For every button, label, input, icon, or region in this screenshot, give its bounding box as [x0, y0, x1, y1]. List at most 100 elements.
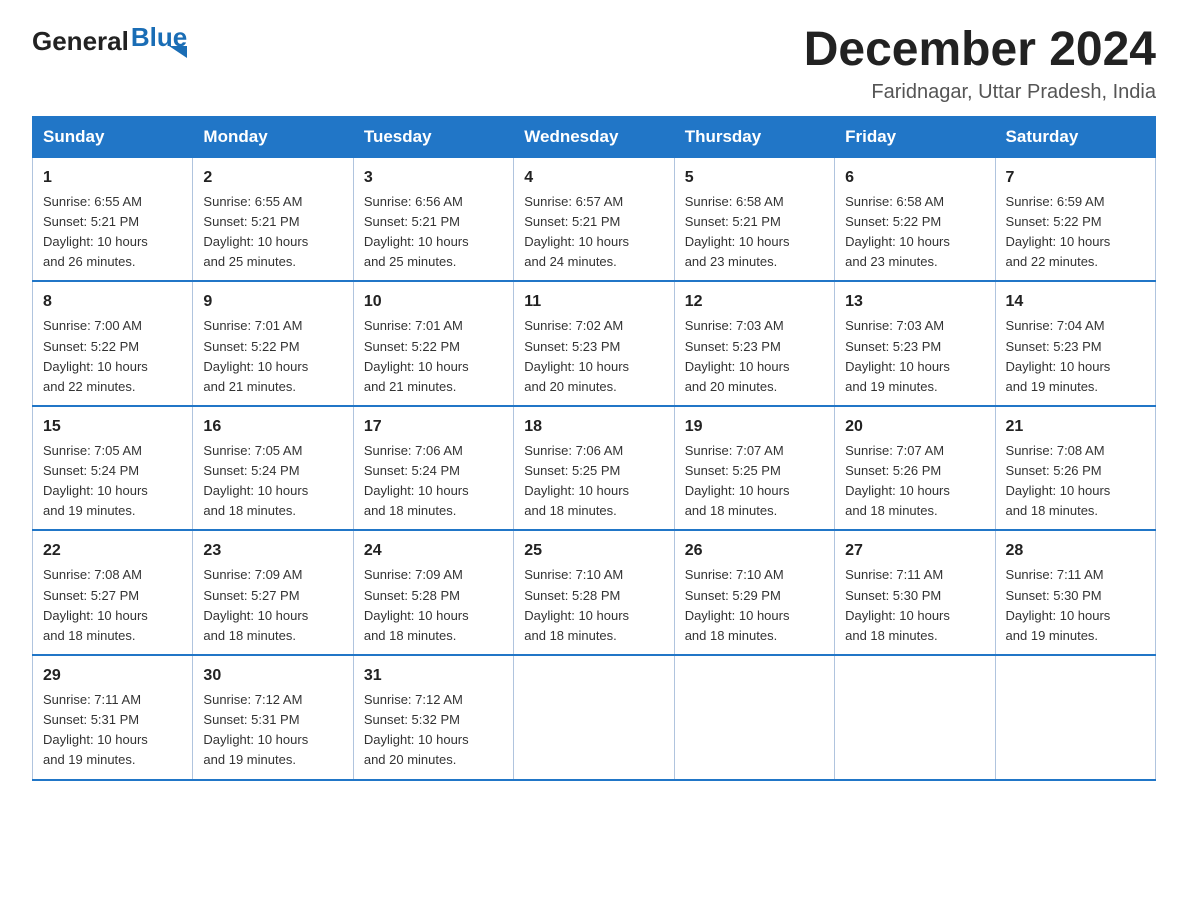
day-info: Sunrise: 7:01 AMSunset: 5:22 PMDaylight:… — [203, 318, 308, 393]
day-number: 6 — [845, 166, 984, 190]
calendar-cell: 11 Sunrise: 7:02 AMSunset: 5:23 PMDaylig… — [514, 281, 674, 406]
day-number: 13 — [845, 290, 984, 314]
day-number: 29 — [43, 664, 182, 688]
day-number: 8 — [43, 290, 182, 314]
day-info: Sunrise: 7:10 AMSunset: 5:29 PMDaylight:… — [685, 567, 790, 642]
day-info: Sunrise: 6:58 AMSunset: 5:21 PMDaylight:… — [685, 194, 790, 269]
logo-triangle-icon — [169, 46, 187, 58]
calendar-cell: 18 Sunrise: 7:06 AMSunset: 5:25 PMDaylig… — [514, 406, 674, 531]
calendar-cell: 3 Sunrise: 6:56 AMSunset: 5:21 PMDayligh… — [353, 157, 513, 281]
calendar-week-row: 8 Sunrise: 7:00 AMSunset: 5:22 PMDayligh… — [33, 281, 1156, 406]
calendar-cell: 5 Sunrise: 6:58 AMSunset: 5:21 PMDayligh… — [674, 157, 834, 281]
day-number: 28 — [1006, 539, 1145, 563]
calendar-cell: 13 Sunrise: 7:03 AMSunset: 5:23 PMDaylig… — [835, 281, 995, 406]
day-number: 26 — [685, 539, 824, 563]
day-info: Sunrise: 6:58 AMSunset: 5:22 PMDaylight:… — [845, 194, 950, 269]
day-info: Sunrise: 7:06 AMSunset: 5:25 PMDaylight:… — [524, 443, 629, 518]
day-info: Sunrise: 7:01 AMSunset: 5:22 PMDaylight:… — [364, 318, 469, 393]
day-number: 19 — [685, 415, 824, 439]
day-info: Sunrise: 7:12 AMSunset: 5:31 PMDaylight:… — [203, 692, 308, 767]
page-header: General Blue December 2024 Faridnagar, U… — [32, 24, 1156, 104]
day-info: Sunrise: 7:02 AMSunset: 5:23 PMDaylight:… — [524, 318, 629, 393]
day-info: Sunrise: 6:55 AMSunset: 5:21 PMDaylight:… — [43, 194, 148, 269]
calendar-cell: 7 Sunrise: 6:59 AMSunset: 5:22 PMDayligh… — [995, 157, 1155, 281]
day-number: 11 — [524, 290, 663, 314]
weekday-header-tuesday: Tuesday — [353, 116, 513, 157]
day-number: 20 — [845, 415, 984, 439]
day-number: 30 — [203, 664, 342, 688]
day-number: 5 — [685, 166, 824, 190]
weekday-header-wednesday: Wednesday — [514, 116, 674, 157]
calendar-cell: 10 Sunrise: 7:01 AMSunset: 5:22 PMDaylig… — [353, 281, 513, 406]
calendar-cell: 28 Sunrise: 7:11 AMSunset: 5:30 PMDaylig… — [995, 530, 1155, 655]
day-info: Sunrise: 7:05 AMSunset: 5:24 PMDaylight:… — [203, 443, 308, 518]
weekday-header-saturday: Saturday — [995, 116, 1155, 157]
day-number: 12 — [685, 290, 824, 314]
day-number: 1 — [43, 166, 182, 190]
day-number: 3 — [364, 166, 503, 190]
day-info: Sunrise: 6:56 AMSunset: 5:21 PMDaylight:… — [364, 194, 469, 269]
calendar-table: SundayMondayTuesdayWednesdayThursdayFrid… — [32, 116, 1156, 781]
weekday-header-thursday: Thursday — [674, 116, 834, 157]
day-number: 31 — [364, 664, 503, 688]
calendar-cell: 12 Sunrise: 7:03 AMSunset: 5:23 PMDaylig… — [674, 281, 834, 406]
day-number: 25 — [524, 539, 663, 563]
calendar-cell: 30 Sunrise: 7:12 AMSunset: 5:31 PMDaylig… — [193, 655, 353, 780]
calendar-cell: 1 Sunrise: 6:55 AMSunset: 5:21 PMDayligh… — [33, 157, 193, 281]
month-title: December 2024 — [804, 24, 1156, 77]
calendar-cell: 14 Sunrise: 7:04 AMSunset: 5:23 PMDaylig… — [995, 281, 1155, 406]
calendar-header-row: SundayMondayTuesdayWednesdayThursdayFrid… — [33, 116, 1156, 157]
day-info: Sunrise: 7:10 AMSunset: 5:28 PMDaylight:… — [524, 567, 629, 642]
day-number: 24 — [364, 539, 503, 563]
calendar-week-row: 15 Sunrise: 7:05 AMSunset: 5:24 PMDaylig… — [33, 406, 1156, 531]
calendar-cell: 21 Sunrise: 7:08 AMSunset: 5:26 PMDaylig… — [995, 406, 1155, 531]
day-number: 27 — [845, 539, 984, 563]
day-number: 18 — [524, 415, 663, 439]
day-info: Sunrise: 6:57 AMSunset: 5:21 PMDaylight:… — [524, 194, 629, 269]
day-info: Sunrise: 7:03 AMSunset: 5:23 PMDaylight:… — [845, 318, 950, 393]
day-info: Sunrise: 7:00 AMSunset: 5:22 PMDaylight:… — [43, 318, 148, 393]
day-info: Sunrise: 7:09 AMSunset: 5:27 PMDaylight:… — [203, 567, 308, 642]
calendar-cell: 9 Sunrise: 7:01 AMSunset: 5:22 PMDayligh… — [193, 281, 353, 406]
calendar-cell: 24 Sunrise: 7:09 AMSunset: 5:28 PMDaylig… — [353, 530, 513, 655]
day-info: Sunrise: 6:59 AMSunset: 5:22 PMDaylight:… — [1006, 194, 1111, 269]
calendar-week-row: 1 Sunrise: 6:55 AMSunset: 5:21 PMDayligh… — [33, 157, 1156, 281]
day-number: 15 — [43, 415, 182, 439]
day-info: Sunrise: 7:08 AMSunset: 5:26 PMDaylight:… — [1006, 443, 1111, 518]
weekday-header-sunday: Sunday — [33, 116, 193, 157]
calendar-cell: 17 Sunrise: 7:06 AMSunset: 5:24 PMDaylig… — [353, 406, 513, 531]
calendar-cell: 15 Sunrise: 7:05 AMSunset: 5:24 PMDaylig… — [33, 406, 193, 531]
day-number: 10 — [364, 290, 503, 314]
weekday-header-monday: Monday — [193, 116, 353, 157]
logo-block: General Blue — [32, 24, 187, 58]
calendar-cell: 4 Sunrise: 6:57 AMSunset: 5:21 PMDayligh… — [514, 157, 674, 281]
logo-general-text: General — [32, 26, 129, 57]
calendar-cell: 31 Sunrise: 7:12 AMSunset: 5:32 PMDaylig… — [353, 655, 513, 780]
day-info: Sunrise: 7:12 AMSunset: 5:32 PMDaylight:… — [364, 692, 469, 767]
day-number: 14 — [1006, 290, 1145, 314]
day-info: Sunrise: 7:11 AMSunset: 5:30 PMDaylight:… — [1006, 567, 1111, 642]
day-number: 22 — [43, 539, 182, 563]
calendar-week-row: 29 Sunrise: 7:11 AMSunset: 5:31 PMDaylig… — [33, 655, 1156, 780]
calendar-cell: 20 Sunrise: 7:07 AMSunset: 5:26 PMDaylig… — [835, 406, 995, 531]
day-info: Sunrise: 7:04 AMSunset: 5:23 PMDaylight:… — [1006, 318, 1111, 393]
calendar-cell: 23 Sunrise: 7:09 AMSunset: 5:27 PMDaylig… — [193, 530, 353, 655]
day-info: Sunrise: 7:11 AMSunset: 5:31 PMDaylight:… — [43, 692, 148, 767]
day-number: 23 — [203, 539, 342, 563]
day-info: Sunrise: 7:09 AMSunset: 5:28 PMDaylight:… — [364, 567, 469, 642]
calendar-cell: 27 Sunrise: 7:11 AMSunset: 5:30 PMDaylig… — [835, 530, 995, 655]
day-info: Sunrise: 7:07 AMSunset: 5:26 PMDaylight:… — [845, 443, 950, 518]
day-number: 4 — [524, 166, 663, 190]
day-number: 17 — [364, 415, 503, 439]
day-number: 16 — [203, 415, 342, 439]
logo-blue-box: Blue — [131, 24, 187, 58]
weekday-header-friday: Friday — [835, 116, 995, 157]
calendar-cell: 19 Sunrise: 7:07 AMSunset: 5:25 PMDaylig… — [674, 406, 834, 531]
day-number: 9 — [203, 290, 342, 314]
day-info: Sunrise: 7:05 AMSunset: 5:24 PMDaylight:… — [43, 443, 148, 518]
day-info: Sunrise: 7:11 AMSunset: 5:30 PMDaylight:… — [845, 567, 950, 642]
calendar-cell: 29 Sunrise: 7:11 AMSunset: 5:31 PMDaylig… — [33, 655, 193, 780]
day-info: Sunrise: 7:08 AMSunset: 5:27 PMDaylight:… — [43, 567, 148, 642]
calendar-week-row: 22 Sunrise: 7:08 AMSunset: 5:27 PMDaylig… — [33, 530, 1156, 655]
day-number: 2 — [203, 166, 342, 190]
